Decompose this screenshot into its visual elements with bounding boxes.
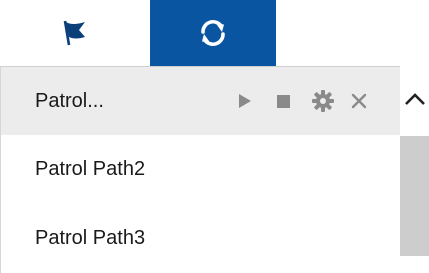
refresh-cycle-icon — [196, 16, 230, 50]
patrol-list-item[interactable]: Patrol Path3 — [1, 204, 400, 272]
patrol-row-actions — [233, 67, 371, 135]
patrol-list: Patrol... Patrol Path2 Patrol Path3 — [0, 66, 400, 273]
scrollbar[interactable] — [400, 66, 429, 273]
patrol-item-label: Patrol Path2 — [35, 157, 146, 180]
stop-icon[interactable] — [271, 94, 295, 108]
scrollbar-thumb[interactable] — [400, 136, 429, 256]
play-icon[interactable] — [233, 93, 257, 109]
tab-preset[interactable] — [0, 0, 150, 66]
patrol-list-item-selected[interactable]: Patrol... — [1, 67, 400, 135]
patrol-item-label: Patrol Path3 — [35, 226, 146, 249]
patrol-item-label: Patrol... — [35, 89, 104, 112]
patrol-list-item[interactable]: Patrol Path2 — [1, 135, 400, 203]
chevron-up-icon[interactable] — [400, 66, 429, 132]
flag-icon — [60, 18, 90, 48]
tab-bar — [0, 0, 429, 66]
delete-icon[interactable] — [347, 93, 371, 109]
settings-icon[interactable] — [309, 89, 337, 113]
tab-patrol[interactable] — [150, 0, 276, 66]
